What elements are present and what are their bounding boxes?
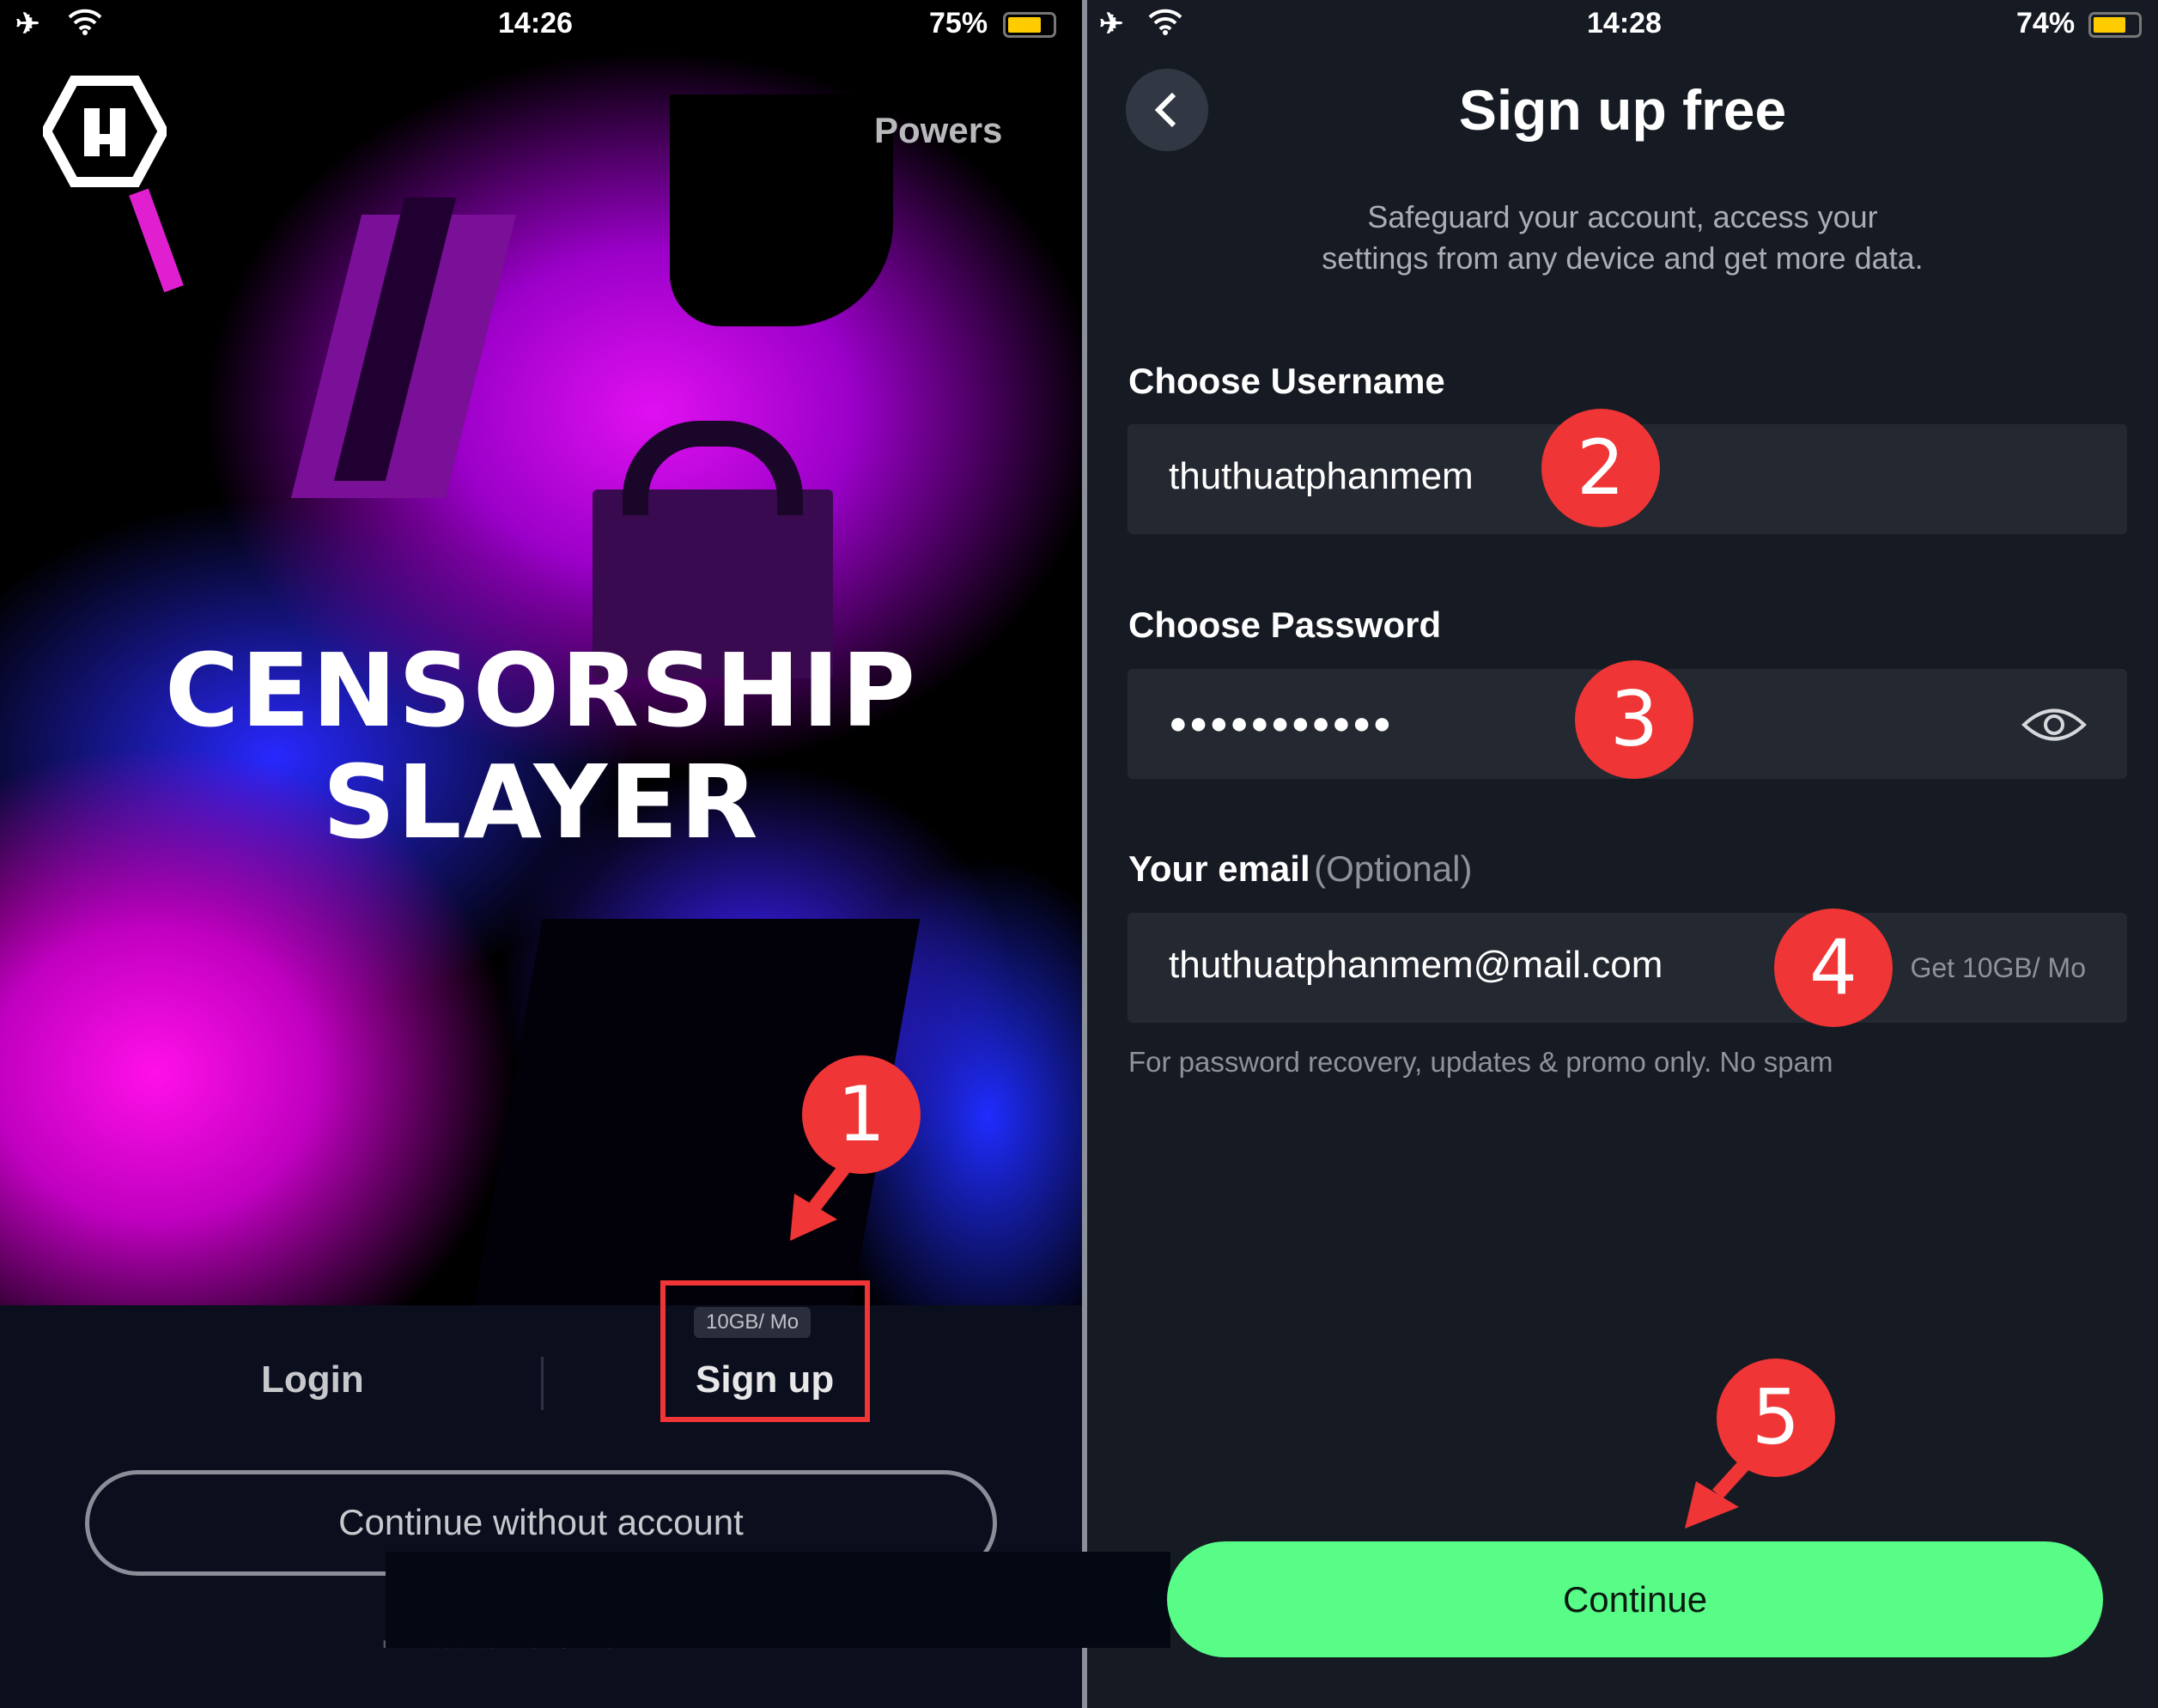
username-label: Choose Username	[1128, 361, 1445, 401]
status-time: 14:28	[1587, 7, 1662, 40]
email-input[interactable]: thuthuatphanmem@mail.com Get 10GB/ Mo	[1128, 913, 2127, 1023]
eye-icon[interactable]	[2021, 705, 2088, 745]
email-hint: For password recovery, updates & promo o…	[1128, 1046, 1833, 1078]
subtitle-line2: settings from any device and get more da…	[1322, 240, 1924, 276]
app-logo	[40, 76, 169, 191]
tab-divider	[541, 1357, 544, 1410]
email-value: thuthuatphanmem@mail.com	[1169, 944, 1663, 986]
email-optional: (Optional)	[1314, 848, 1473, 889]
subtitle-line1: Safeguard your account, access your	[1367, 199, 1878, 234]
page-title: Sign up free	[1458, 78, 1787, 142]
left-screen: ✈ 14:26 75% Powers CENSORSHIP SLAYER Log…	[0, 0, 1082, 1708]
wifi-icon	[1147, 7, 1183, 44]
battery-percent: 75%	[929, 7, 988, 40]
signup-screen: ✈ 14:28 74% Sign up free Safeguard your …	[1087, 0, 2158, 1708]
powers-link[interactable]: Powers	[874, 110, 1002, 151]
continue-without-account-label: Continue without account	[338, 1502, 744, 1542]
airplane-icon: ✈	[1099, 8, 1124, 40]
battery-percent: 74%	[2016, 7, 2076, 40]
annotation-4: 4	[1774, 909, 1893, 1027]
status-time: 14:26	[498, 7, 573, 40]
email-label-row: Your email (Optional)	[1128, 848, 1472, 890]
battery-icon	[2088, 12, 2142, 38]
annotation-3: 3	[1575, 660, 1693, 779]
password-label: Choose Password	[1128, 605, 1442, 645]
continue-label: Continue	[1562, 1578, 1708, 1620]
password-value: ●●●●●●●●●●●	[1169, 705, 1394, 740]
airplane-icon: ✈	[15, 8, 40, 40]
email-bonus-hint: Get 10GB/ Mo	[1910, 952, 2086, 983]
overlay-block	[386, 1552, 1170, 1648]
battery-icon	[1003, 12, 1056, 38]
tab-login[interactable]: Login	[261, 1358, 364, 1401]
tab-signup[interactable]: Sign up	[696, 1358, 834, 1401]
hero-title-line2: SLAYER	[322, 743, 760, 861]
hero-title-line1: CENSORSHIP	[164, 631, 918, 750]
email-label: Your email	[1128, 848, 1310, 889]
username-value: thuthuatphanmem	[1169, 455, 1474, 497]
annotation-arrow-5	[1685, 1443, 1766, 1529]
signup-bonus-badge: 10GB/ Mo	[694, 1307, 812, 1338]
wifi-icon	[67, 7, 103, 44]
annotation-2: 2	[1541, 409, 1660, 527]
continue-button[interactable]: Continue	[1167, 1541, 2103, 1657]
annotation-arrow-1	[790, 1151, 860, 1241]
